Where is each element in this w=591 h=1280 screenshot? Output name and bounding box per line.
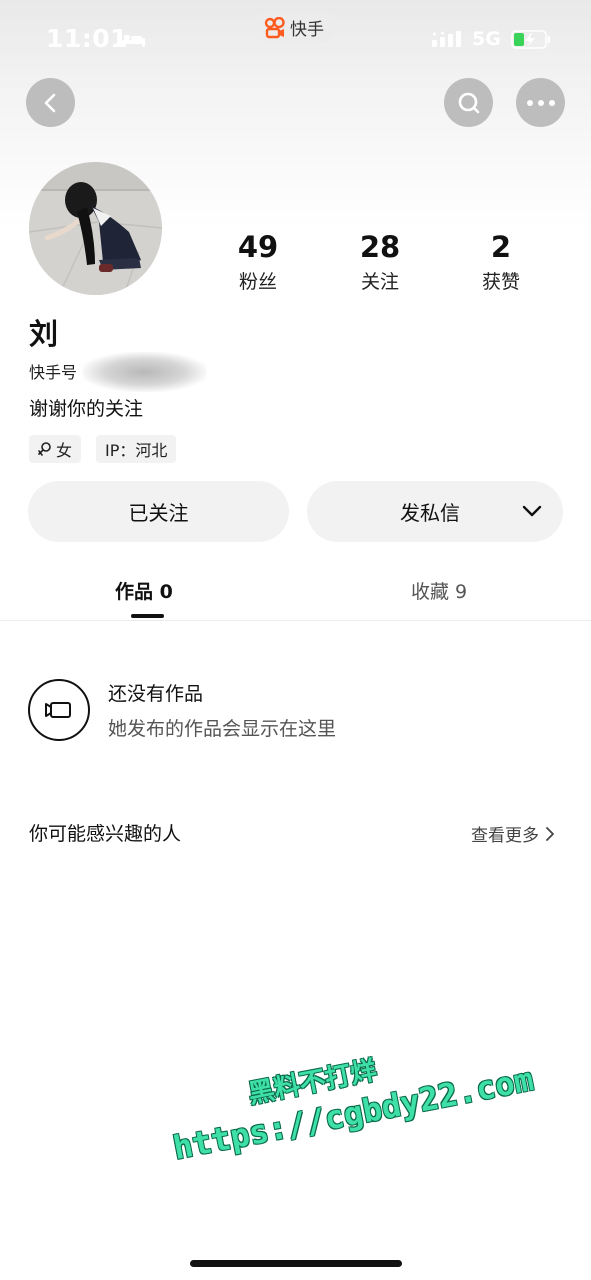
empty-title: 还没有作品 <box>108 683 204 705</box>
camera-icon <box>45 702 71 718</box>
search-icon <box>458 92 479 113</box>
message-button[interactable]: 发私信 <box>307 481 563 542</box>
empty-works-icon-circle <box>28 679 90 741</box>
active-tab-indicator <box>131 614 164 618</box>
following-stat[interactable]: 28 关注 <box>330 230 430 294</box>
ip-text: IP：河北 <box>105 441 168 460</box>
ip-tag: IP：河北 <box>96 435 177 463</box>
tabs-divider <box>0 620 591 621</box>
message-button-label: 发私信 <box>400 501 460 525</box>
chevron-down-icon[interactable] <box>521 503 543 519</box>
tab-favorites[interactable]: 收藏 9 <box>411 577 467 604</box>
watermark: 黑料不打烊 https://cgbdy22.com <box>162 1031 537 1198</box>
following-label: 关注 <box>360 271 399 293</box>
avatar[interactable] <box>29 162 162 295</box>
followers-label: 粉丝 <box>238 271 277 293</box>
id-blur-mask <box>82 352 207 392</box>
network-label: 5G <box>472 28 501 50</box>
home-indicator[interactable] <box>190 1260 402 1267</box>
see-more-link[interactable]: 查看更多 <box>471 821 555 846</box>
chevron-left-icon <box>44 93 55 112</box>
likes-label: 获赞 <box>481 271 520 293</box>
signal-icon <box>432 31 461 47</box>
likes-count: 2 <box>490 230 512 264</box>
tab-works[interactable]: 作品 0 <box>115 577 173 604</box>
gender-tag: 女 <box>29 435 82 463</box>
followers-count: 49 <box>237 230 279 264</box>
chevron-right-icon <box>546 826 554 841</box>
suggestions-title: 你可能感兴趣的人 <box>29 823 182 845</box>
kuaishou-logo-icon <box>264 16 285 38</box>
app-name: 快手 <box>290 20 324 40</box>
female-icon <box>38 442 51 456</box>
app-indicator-pill[interactable]: 快手 <box>255 12 336 43</box>
empty-subtitle: 她发布的作品会显示在这里 <box>108 718 337 740</box>
gender-text: 女 <box>56 441 73 460</box>
following-count: 28 <box>359 230 401 264</box>
following-button-label: 已关注 <box>128 501 189 525</box>
search-button[interactable] <box>444 78 493 127</box>
user-name: 刘 <box>29 317 59 351</box>
following-button[interactable]: 已关注 <box>28 481 289 542</box>
avatar-photo <box>29 162 162 295</box>
battery-icon <box>511 30 550 49</box>
bed-icon <box>119 32 145 47</box>
kuaishou-id-label: 快手号 <box>29 363 78 382</box>
followers-stat[interactable]: 49 粉丝 <box>208 230 308 294</box>
bio: 谢谢你的关注 <box>29 398 144 420</box>
status-time: 11:01 <box>46 24 129 53</box>
likes-stat[interactable]: 2 获赞 <box>451 230 551 294</box>
more-dots-icon <box>526 99 555 106</box>
more-button[interactable] <box>516 78 565 127</box>
back-button[interactable] <box>26 78 75 127</box>
see-more-label: 查看更多 <box>471 826 539 846</box>
